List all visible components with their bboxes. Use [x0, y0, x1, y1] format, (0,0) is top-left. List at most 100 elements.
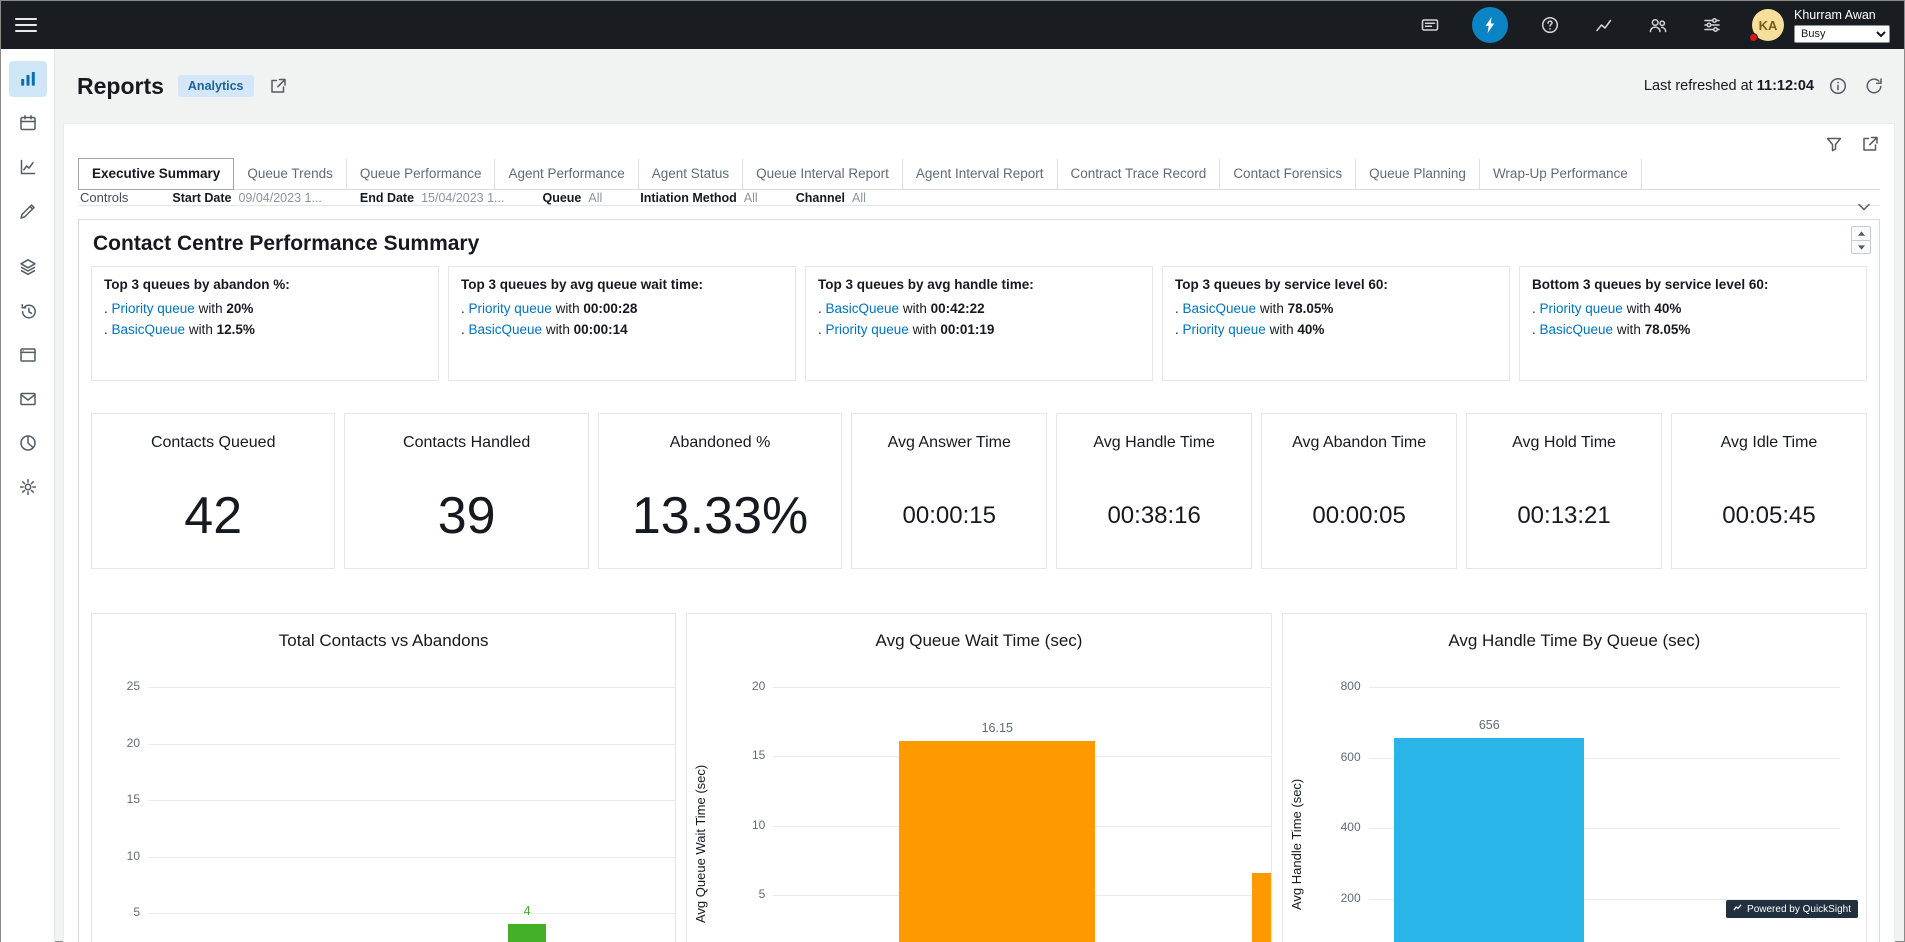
bar-value[interactable]	[1252, 873, 1271, 942]
bullet: .	[1532, 301, 1540, 316]
insight-item: . Priority queue with 20%	[104, 301, 426, 316]
tab-contract-trace-record[interactable]: Contract Trace Record	[1058, 159, 1221, 189]
filter-intiation-method[interactable]: Intiation MethodAll	[640, 191, 757, 205]
sidebar-item-pencil-chart[interactable]	[9, 193, 47, 229]
queue-link[interactable]: BasicQueue	[469, 322, 543, 337]
window-icon	[18, 345, 38, 365]
queue-link[interactable]: Priority queue	[1540, 301, 1623, 316]
notepad-icon[interactable]	[1418, 13, 1442, 37]
queue-link[interactable]: Priority queue	[112, 301, 195, 316]
filter-channel[interactable]: ChannelAll	[796, 191, 866, 205]
tab-wrap-up-performance[interactable]: Wrap-Up Performance	[1480, 159, 1642, 189]
filter-start-date[interactable]: Start Date09/04/2023 1...	[172, 191, 321, 205]
kpi-cards-row: Contacts Queued42Contacts Handled39Aband…	[91, 413, 1867, 569]
insight-card-title: Top 3 queues by abandon %:	[104, 277, 426, 292]
sidebar-item-calendar[interactable]	[9, 105, 47, 141]
help-icon[interactable]	[1538, 13, 1562, 37]
spinner-up-icon[interactable]	[1852, 227, 1870, 240]
queue-link[interactable]: Priority queue	[469, 301, 552, 316]
filter-queue[interactable]: QueueAll	[542, 191, 602, 205]
metrics-icon[interactable]	[1592, 13, 1616, 37]
kpi-card-avg-hold-time: Avg Hold Time00:13:21	[1466, 413, 1662, 569]
insight-item: . BasicQueue with 78.05%	[1175, 301, 1497, 316]
controls-filters: Start Date09/04/2023 1... End Date 15/04/2…	[172, 191, 866, 205]
refresh-icon[interactable]	[1862, 74, 1886, 98]
avatar[interactable]: KA	[1752, 9, 1784, 41]
y-tick-label: 400	[1315, 820, 1361, 834]
insight-value: 00:00:14	[574, 322, 628, 337]
bar-value-label: 656	[1454, 718, 1524, 732]
filter-label: End Date	[360, 191, 414, 205]
funnel-icon[interactable]	[1824, 134, 1844, 154]
external-link-icon[interactable]	[266, 74, 290, 98]
info-icon[interactable]	[1826, 74, 1850, 98]
sidebar-item-pie-chart[interactable]	[9, 425, 47, 461]
sidebar-item-mail[interactable]	[9, 381, 47, 417]
tab-agent-interval-report[interactable]: Agent Interval Report	[903, 159, 1058, 189]
filter-value: All	[744, 191, 758, 205]
grid-line	[1369, 687, 1840, 688]
bar-value[interactable]	[899, 741, 1095, 942]
queue-link[interactable]: Priority queue	[826, 322, 909, 337]
sidebar-item-history[interactable]	[9, 293, 47, 329]
queue-link[interactable]: BasicQueue	[1183, 301, 1257, 316]
report-sheet: Executive SummaryQueue TrendsQueue Perfo…	[63, 123, 1895, 942]
tab-agent-status[interactable]: Agent Status	[639, 159, 743, 189]
panel-scroll-spinner	[1851, 226, 1871, 254]
kpi-card-contacts-queued: Contacts Queued42	[91, 413, 335, 569]
insight-value: 00:42:22	[931, 301, 985, 316]
tab-agent-performance[interactable]: Agent Performance	[495, 159, 638, 189]
insight-card: Top 3 queues by service level 60: . Basic…	[1162, 266, 1510, 381]
filter-label: Start Date	[172, 191, 231, 205]
pie-chart-icon	[18, 433, 38, 453]
layers-icon	[18, 257, 38, 277]
grid-line	[148, 913, 676, 914]
header-actions	[1826, 74, 1886, 98]
insight-item: . BasicQueue with 00:42:22	[818, 301, 1140, 316]
tab-queue-performance[interactable]: Queue Performance	[347, 159, 496, 189]
queue-link[interactable]: BasicQueue	[826, 301, 900, 316]
chevron-down-icon[interactable]	[1854, 197, 1874, 217]
tab-queue-trends[interactable]: Queue Trends	[234, 159, 347, 189]
insight-card-title: Top 3 queues by avg queue wait time:	[461, 277, 783, 292]
insight-value: 12.5%	[217, 322, 255, 337]
queue-link[interactable]: BasicQueue	[1540, 322, 1614, 337]
insight-card: Top 3 queues by avg handle time:. BasicQ…	[805, 266, 1153, 381]
sidebar-item-analytics[interactable]	[9, 61, 47, 97]
sidebar-item-line-chart[interactable]	[9, 149, 47, 185]
insight-card-title: Top 3 queues by service level 60:	[1175, 277, 1497, 292]
y-tick-label: 15	[94, 792, 140, 806]
users-icon[interactable]	[1646, 13, 1670, 37]
quicksight-badge: Powered by QuickSight	[1726, 900, 1858, 918]
filter-end-date[interactable]: End Date 15/04/2023 1...	[360, 191, 505, 205]
tab-queue-interval-report[interactable]: Queue Interval Report	[743, 159, 903, 189]
insight-card: Bottom 3 queues by service level 60:. Pr…	[1519, 266, 1867, 381]
flash-icon[interactable]	[1472, 7, 1508, 43]
fullscreen-icon[interactable]	[1860, 134, 1880, 154]
last-refreshed-label: Last refreshed at	[1644, 78, 1753, 94]
bar-contacts[interactable]	[508, 924, 546, 942]
tab-contact-forensics[interactable]: Contact Forensics	[1220, 159, 1356, 189]
sidebar-item-settings[interactable]	[9, 469, 47, 505]
tab-queue-planning[interactable]: Queue Planning	[1356, 159, 1480, 189]
bar-value[interactable]	[1394, 738, 1584, 942]
status-select[interactable]: Busy	[1794, 25, 1890, 43]
insight-text: with	[552, 301, 584, 316]
insight-item: . BasicQueue with 12.5%	[104, 322, 426, 337]
queue-link[interactable]: BasicQueue	[112, 322, 186, 337]
filter-value: 15/04/2023 1...	[421, 191, 504, 205]
kpi-card-avg-answer-time: Avg Answer Time00:00:15	[851, 413, 1047, 569]
tab-executive-summary[interactable]: Executive Summary	[78, 158, 234, 190]
filter-value: All	[852, 191, 866, 205]
hamburger-menu-icon[interactable]	[15, 12, 37, 38]
sliders-icon[interactable]	[1700, 13, 1724, 37]
chart-total-contacts-vs-abandons: Total Contacts vs Abandons25201510541432…	[91, 613, 676, 942]
sidebar-item-layers[interactable]	[9, 249, 47, 285]
queue-link[interactable]: Priority queue	[1183, 322, 1266, 337]
kpi-value: 00:13:21	[1517, 458, 1610, 574]
summary-title: Contact Centre Performance Summary	[91, 230, 1867, 266]
sidebar-item-window[interactable]	[9, 337, 47, 373]
filter-label: Queue	[542, 191, 581, 205]
spinner-down-icon[interactable]	[1852, 240, 1870, 253]
analytics-badge: Analytics	[178, 75, 254, 97]
